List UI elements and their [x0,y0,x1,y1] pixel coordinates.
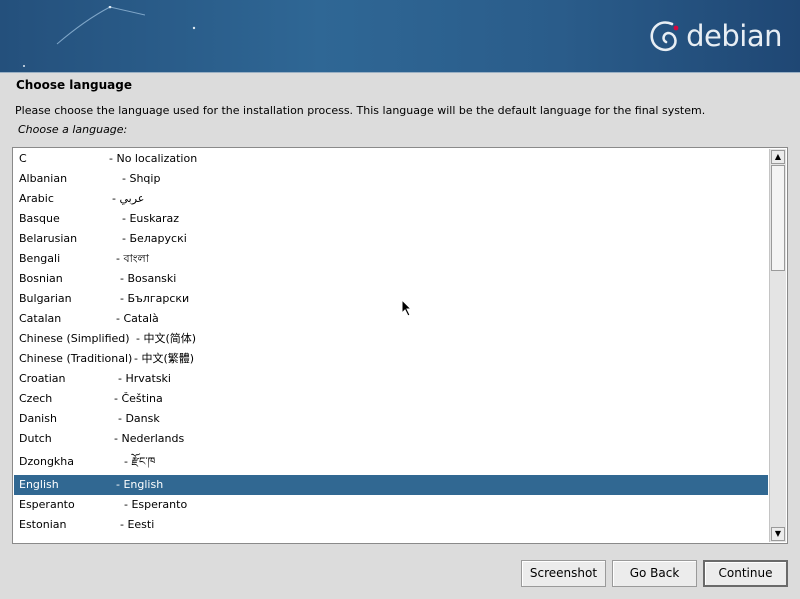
language-option[interactable]: Albanian - Shqip [14,169,768,189]
language-name: Belarusian [19,232,78,245]
language-name: Danish [19,412,57,425]
language-name: English [19,478,59,491]
language-native-name: - Dansk [118,412,160,425]
language-name: Dzongkha [19,455,75,468]
language-listbox[interactable]: C - No localization Albanian - Shqip Arabic -… [12,147,788,544]
language-native-name: - 中文(简体) [136,332,197,345]
logo-text: debian [686,19,782,53]
language-native-name: - Euskaraz [122,212,180,225]
language-option[interactable]: Chinese (Traditional) - 中文(繁體) [14,349,768,369]
language-native-name: - Esperanto [124,498,188,511]
language-native-name: - Català [116,312,159,325]
language-name: Dutch [19,432,52,445]
language-option[interactable]: Arabic - عربي [14,189,768,209]
language-native-name: - Беларускі [122,232,187,245]
debian-swirl-icon [650,21,679,52]
mouse-pointer-icon [401,299,413,317]
vertical-scrollbar[interactable]: ▲ ▼ [769,149,786,542]
list-prompt: Choose a language: [18,123,128,136]
language-option[interactable]: Czech - Čeština [14,389,768,409]
language-option[interactable]: Estonian - Eesti [14,515,768,535]
description-text: Please choose the language used for the … [15,104,706,117]
banner-decoration [56,6,145,45]
language-native-name: - No localization [109,152,198,165]
language-name: Croatian [19,372,66,385]
language-native-name: - Български [120,292,190,305]
language-option[interactable]: Croatian - Hrvatski [14,369,768,389]
star-decoration [23,65,25,67]
scroll-down-button[interactable]: ▼ [771,527,785,541]
language-native-name: - Eesti [120,518,155,531]
go-back-button[interactable]: Go Back [612,560,697,587]
language-option[interactable]: Danish - Dansk [14,409,768,429]
language-name: Estonian [19,518,67,531]
language-name: Catalan [19,312,62,325]
language-name: Czech [19,392,53,405]
language-option[interactable]: Belarusian - Беларускі [14,229,768,249]
language-name: Bulgarian [19,292,72,305]
language-option[interactable]: Dzongkha - རྫོང་ཁ [14,449,768,475]
debian-banner: debian [0,0,800,73]
language-name: Arabic [19,192,54,205]
language-name: Basque [19,212,60,225]
language-name: C [19,152,27,165]
language-option[interactable]: Bosnian - Bosanski [14,269,768,289]
language-option[interactable]: Bulgarian - Български [14,289,768,309]
language-native-name: - རྫོང་ཁ [124,455,156,468]
scroll-up-button[interactable]: ▲ [771,150,785,164]
language-native-name: - 中文(繁體) [134,352,195,365]
language-option[interactable]: C - No localization [14,149,768,169]
language-native-name: - Bosanski [120,272,177,285]
language-name: Bengali [19,252,61,265]
debian-logo: debian [648,12,782,60]
language-option[interactable]: English - English [14,475,768,495]
language-native-name: - Čeština [114,392,163,405]
scrollbar-thumb[interactable] [771,165,785,271]
language-option[interactable]: Dutch - Nederlands [14,429,768,449]
language-native-name: - Shqip [122,172,161,185]
language-native-name: - عربي [112,192,145,205]
language-native-name: - Nederlands [114,432,185,445]
continue-button[interactable]: Continue [703,560,788,587]
language-option[interactable]: Catalan - Català [14,309,768,329]
screenshot-button[interactable]: Screenshot [521,560,606,587]
star-decoration [192,26,196,30]
language-option[interactable]: Bengali - বাংলা [14,249,768,269]
language-native-name: - English [116,478,164,491]
language-option[interactable]: Chinese (Simplified) - 中文(简体) [14,329,768,349]
language-name: Bosnian [19,272,63,285]
page-title: Choose language [16,78,133,92]
language-native-name: - বাংলা [116,252,149,265]
language-native-name: - Hrvatski [118,372,171,385]
language-option[interactable]: Basque - Euskaraz [14,209,768,229]
language-name: Albanian [19,172,68,185]
language-name: Chinese (Traditional) [19,352,133,365]
language-list: C - No localization Albanian - Shqip Arabic -… [14,149,768,535]
language-option[interactable]: Esperanto - Esperanto [14,495,768,515]
language-name: Chinese (Simplified) [19,332,130,345]
language-name: Esperanto [19,498,75,511]
